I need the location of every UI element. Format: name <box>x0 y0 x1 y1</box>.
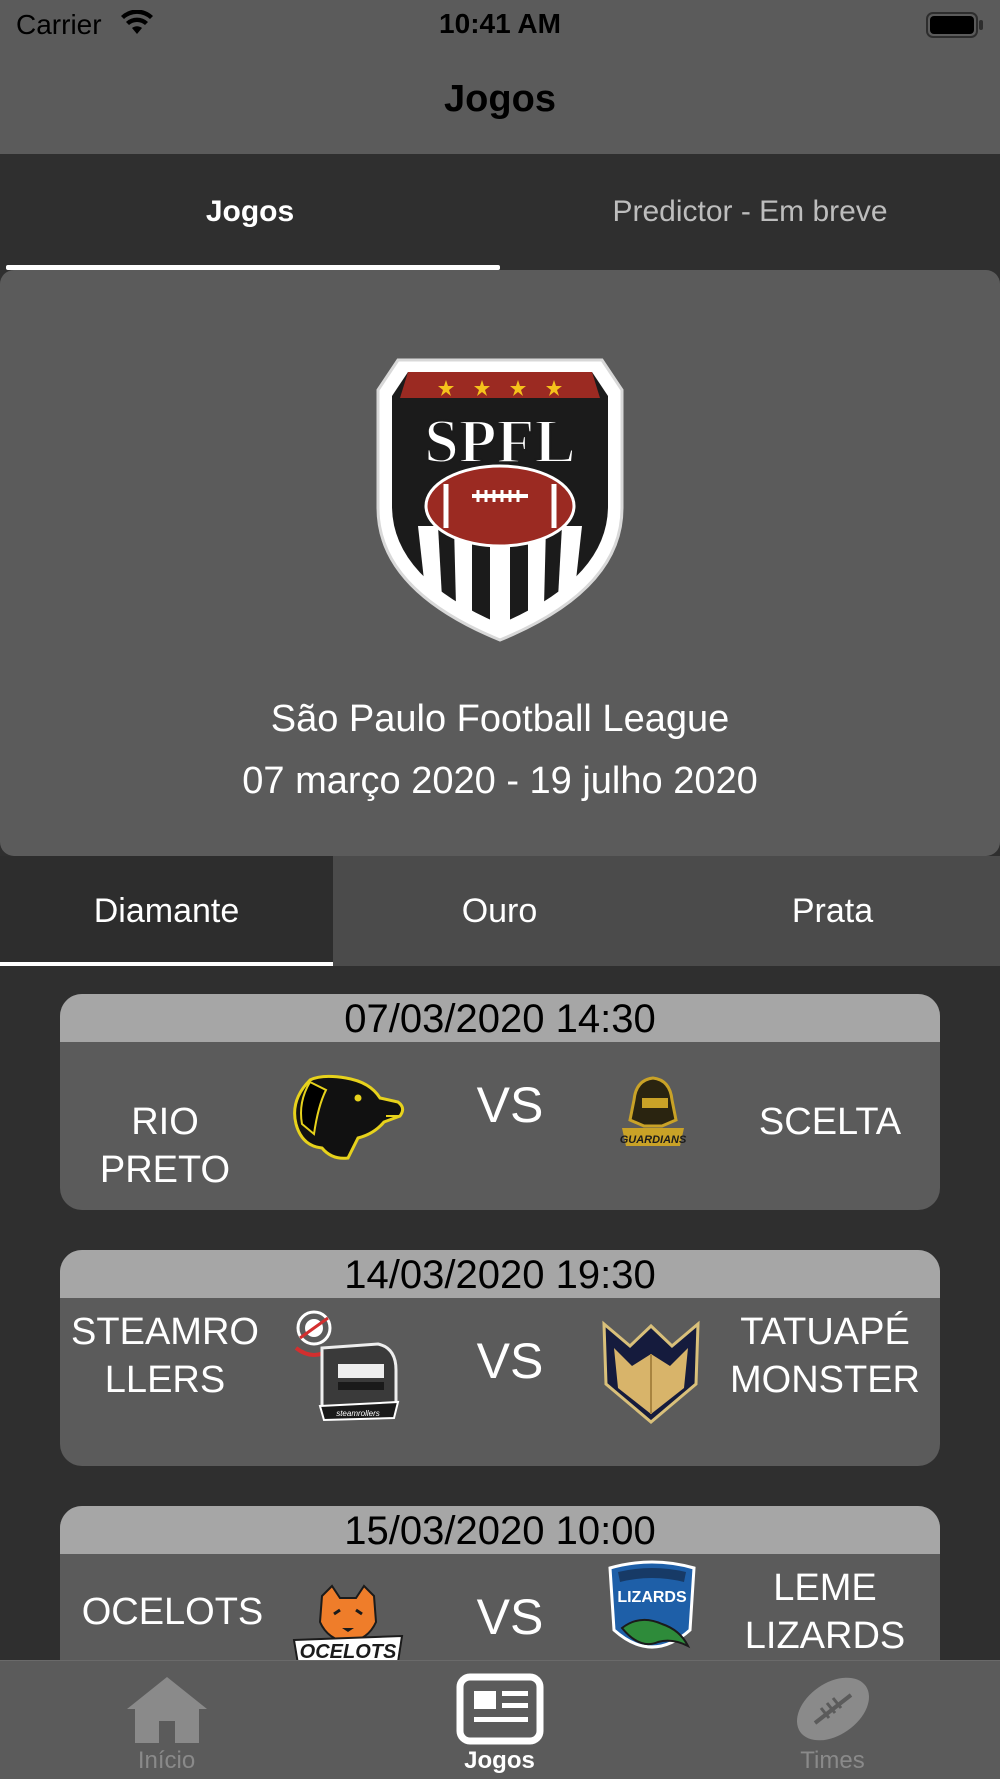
away-team-name: LEME LIZARDS <box>744 1567 906 1657</box>
home-team-name: RIO PRETO <box>99 1101 231 1191</box>
dog-logo-icon <box>293 1074 405 1160</box>
game-datetime: 15/03/2020 10:00 <box>60 1506 940 1554</box>
tab-bar-label: Times <box>800 1747 865 1774</box>
game-card[interactable]: 15/03/2020 10:00 OCELOTS OCELOTS VS LIZA… <box>60 1506 940 1660</box>
svg-text:GUARDIANS: GUARDIANS <box>620 1134 687 1146</box>
home-team-name: STEAMRO LLERS <box>71 1311 259 1401</box>
monster-logo-icon <box>602 1320 700 1424</box>
svg-text:OCELOTS: OCELOTS <box>300 1641 397 1660</box>
status-time: 10:41 AM <box>439 8 561 39</box>
tab-bar-item-times[interactable]: Times <box>666 1661 999 1779</box>
navigation-bar: Jogos <box>0 50 1000 154</box>
tab-bar-label: Jogos <box>464 1747 535 1774</box>
tab-diamante[interactable]: Diamante <box>0 856 333 966</box>
svg-text:SPFL: SPFL <box>424 408 576 476</box>
ocelots-logo-icon: OCELOTS <box>292 1584 404 1660</box>
tab-bar-item-jogos[interactable]: Jogos <box>333 1661 666 1779</box>
guardians-logo-icon: GUARDIANS <box>620 1076 687 1146</box>
home-team-name: OCELOTS <box>81 1591 264 1633</box>
tab-prata[interactable]: Prata <box>666 856 999 966</box>
vs-label: VS <box>476 1077 544 1133</box>
top-tabs: Jogos Predictor - Em breve <box>0 154 1000 270</box>
games-list[interactable]: 07/03/2020 14:30 RIO PRETO VS GUARDIANS … <box>0 966 1000 1660</box>
status-bar: Carrier 10:41 AM <box>0 0 1000 50</box>
vs-label: VS <box>476 1333 544 1389</box>
news-icon <box>456 1673 543 1745</box>
tab-predictor[interactable]: Predictor - Em breve <box>500 154 1000 270</box>
vs-label: VS <box>476 1589 544 1645</box>
battery-icon <box>926 12 984 43</box>
division-tabs: Diamante Ouro Prata <box>0 856 1000 966</box>
game-card[interactable]: 14/03/2020 19:30 STEAMRO LLERS steamroll… <box>60 1250 940 1466</box>
away-team-name: SCELTA <box>758 1101 902 1143</box>
league-card: SPFL São Paulo Football League 07 março … <box>0 270 1000 856</box>
tab-bar: Início Jogos Times <box>0 1660 1000 1779</box>
spfl-logo: SPFL <box>376 358 624 642</box>
home-icon <box>126 1677 207 1743</box>
tab-jogos[interactable]: Jogos <box>0 154 500 270</box>
league-dates: 07 março 2020 - 19 julho 2020 <box>242 760 758 802</box>
game-card[interactable]: 07/03/2020 14:30 RIO PRETO VS GUARDIANS … <box>60 994 940 1210</box>
tab-bar-item-inicio[interactable]: Início <box>0 1661 333 1779</box>
page-title: Jogos <box>444 78 556 120</box>
tab-ouro[interactable]: Ouro <box>333 856 666 966</box>
lizards-logo-icon: LIZARDS <box>608 1560 696 1649</box>
steamrollers-logo-icon: steamrollers <box>294 1310 400 1422</box>
football-icon <box>796 1677 869 1741</box>
svg-text:steamrollers: steamrollers <box>336 1409 380 1418</box>
svg-text:LIZARDS: LIZARDS <box>617 1589 687 1606</box>
game-datetime: 07/03/2020 14:30 <box>60 994 940 1042</box>
away-team-name: TATUAPÉ MONSTER <box>730 1311 920 1401</box>
game-datetime: 14/03/2020 19:30 <box>60 1250 940 1298</box>
league-name: São Paulo Football League <box>270 698 730 740</box>
tab-bar-label: Início <box>137 1747 196 1774</box>
